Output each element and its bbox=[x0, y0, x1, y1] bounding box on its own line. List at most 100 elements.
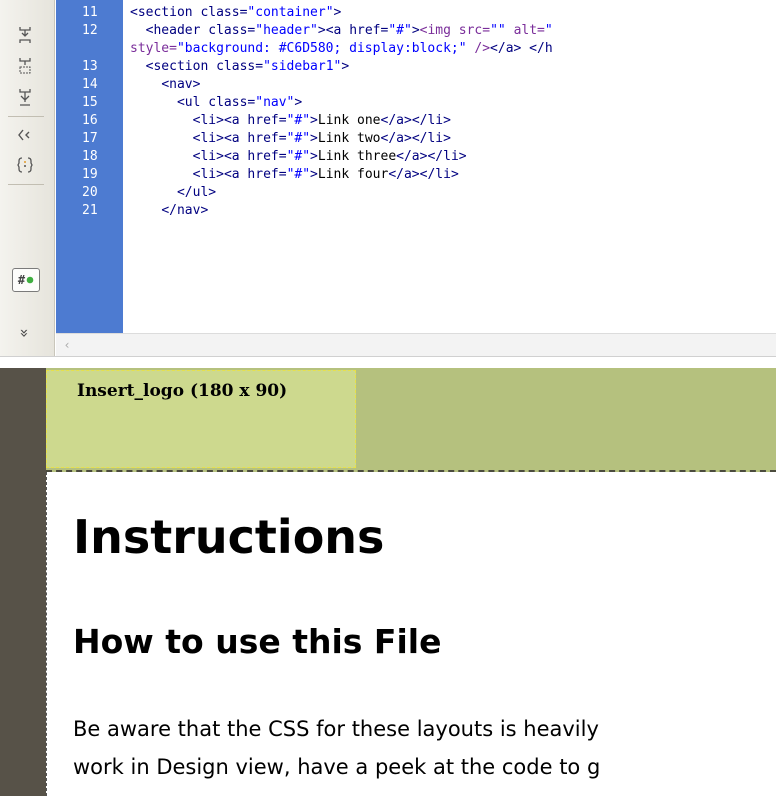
code-token: "#" bbox=[286, 113, 311, 128]
code-line[interactable]: <nav> bbox=[130, 76, 200, 94]
code-token: <a bbox=[325, 23, 350, 38]
chevron-glyph: » bbox=[16, 328, 34, 338]
code-token: > bbox=[310, 113, 318, 128]
select-parent-tag-icon[interactable] bbox=[12, 55, 38, 77]
code-token: </a> bbox=[490, 41, 522, 56]
line-number-gutter[interactable]: 11 12 13 14 15 16 17 18 19 20 21 bbox=[56, 0, 123, 333]
line-number: 13 bbox=[82, 59, 98, 74]
code-token: > bbox=[294, 95, 303, 110]
code-token: "#" bbox=[286, 149, 311, 164]
code-token: </a> bbox=[388, 167, 420, 182]
page-heading[interactable]: Instructions bbox=[73, 510, 384, 564]
code-line[interactable]: <li><a href="#">Link four</a></li> bbox=[130, 166, 459, 184]
code-token: <section bbox=[145, 59, 217, 74]
code-token: </a> bbox=[380, 113, 412, 128]
code-token: "container" bbox=[247, 5, 334, 20]
code-token: > bbox=[310, 167, 318, 182]
line-number: 15 bbox=[82, 95, 98, 110]
line-number: 11 bbox=[82, 5, 98, 20]
code-token: href= bbox=[247, 149, 287, 164]
code-token: Link two bbox=[317, 131, 381, 146]
code-token: <ul bbox=[176, 95, 209, 110]
code-token: </h bbox=[521, 41, 553, 56]
code-token: <img bbox=[419, 23, 459, 38]
code-line[interactable]: <header class="header"><a href="#"><img … bbox=[130, 22, 553, 40]
code-line[interactable]: <ul class="nav"> bbox=[130, 94, 302, 112]
code-token: "sidebar1" bbox=[263, 59, 342, 74]
code-token: <li> bbox=[192, 131, 224, 146]
hash-glyph: # bbox=[17, 273, 26, 287]
code-token: <a bbox=[223, 149, 248, 164]
content-region[interactable]: Instructions How to use this File Be awa… bbox=[46, 472, 776, 796]
code-token: alt= bbox=[505, 23, 545, 38]
code-token: </li> bbox=[419, 167, 459, 182]
code-token: <li> bbox=[192, 113, 224, 128]
code-token: src= bbox=[458, 23, 491, 38]
code-line[interactable]: </nav> bbox=[130, 202, 208, 220]
paragraph-line[interactable]: work in Design view, have a peek at the … bbox=[73, 755, 600, 779]
code-token: <a bbox=[223, 131, 248, 146]
horizontal-scrollbar[interactable]: ‹ bbox=[56, 333, 776, 357]
code-token: > bbox=[310, 149, 318, 164]
code-line[interactable]: <section class="sidebar1"> bbox=[130, 58, 350, 76]
code-token: class= bbox=[208, 95, 256, 110]
code-line[interactable]: </ul> bbox=[130, 184, 216, 202]
code-line[interactable]: <section class="container"> bbox=[130, 4, 341, 22]
logo-placeholder[interactable]: Insert_logo (180 x 90) bbox=[46, 370, 356, 468]
line-number: 19 bbox=[82, 167, 98, 182]
code-token: class= bbox=[208, 23, 256, 38]
collapse-selection-icon[interactable] bbox=[12, 86, 38, 108]
line-number: 12 bbox=[82, 23, 98, 38]
code-token: style= bbox=[130, 41, 177, 56]
code-token: > bbox=[341, 59, 350, 74]
more-tools-chevron-icon[interactable]: » bbox=[12, 322, 38, 344]
code-token: </a> bbox=[380, 131, 412, 146]
code-line[interactable]: <li><a href="#">Link one</a></li> bbox=[130, 112, 451, 130]
code-token: class= bbox=[216, 59, 264, 74]
page-left-margin bbox=[0, 368, 46, 796]
code-token: "header" bbox=[255, 23, 318, 38]
code-token: <nav> bbox=[161, 77, 201, 92]
code-editor[interactable]: <section class="container"> <header clas… bbox=[130, 0, 776, 333]
scroll-left-arrow-icon[interactable]: ‹ bbox=[60, 338, 74, 352]
code-token: "#" bbox=[286, 167, 311, 182]
code-token: "#" bbox=[286, 131, 311, 146]
code-token: > bbox=[411, 23, 420, 38]
code-token: <li> bbox=[192, 149, 224, 164]
logo-placeholder-label: Insert_logo (180 x 90) bbox=[77, 381, 288, 401]
code-line[interactable]: style="background: #C6D580; display:bloc… bbox=[130, 40, 553, 58]
code-line[interactable]: <li><a href="#">Link three</a></li> bbox=[130, 148, 467, 166]
code-token: href= bbox=[247, 113, 287, 128]
code-token: /> bbox=[466, 41, 491, 56]
code-token: </li> bbox=[427, 149, 467, 164]
code-token: <a bbox=[223, 113, 248, 128]
line-number: 17 bbox=[82, 131, 98, 146]
code-token: "#" bbox=[388, 23, 412, 38]
code-view-pane[interactable]: # » 11 12 13 14 15 16 17 18 19 20 21 <section clas… bbox=[0, 0, 776, 368]
code-token: "background: #C6D580; display:block;" bbox=[176, 41, 467, 56]
expand-all-icon[interactable] bbox=[12, 24, 38, 46]
code-token: </ul> bbox=[176, 185, 217, 200]
code-token: </li> bbox=[411, 113, 451, 128]
code-token: href= bbox=[349, 23, 389, 38]
apply-comment-icon[interactable] bbox=[12, 154, 38, 176]
coding-toolbar: # » bbox=[0, 0, 55, 356]
code-token: <li> bbox=[192, 167, 224, 182]
code-token: </nav> bbox=[161, 203, 209, 218]
section-heading[interactable]: How to use this File bbox=[73, 622, 441, 661]
live-code-hash-icon[interactable]: # bbox=[12, 268, 40, 292]
code-token: Link three bbox=[317, 149, 397, 164]
highlight-invalid-code-icon[interactable] bbox=[12, 124, 38, 146]
code-token: <header bbox=[145, 23, 209, 38]
code-token: class= bbox=[200, 5, 248, 20]
scrollbar-track[interactable] bbox=[78, 336, 776, 354]
design-view-pane[interactable]: Insert_logo (180 x 90) Instructions How … bbox=[0, 368, 776, 796]
code-token: > bbox=[310, 131, 318, 146]
code-token: " bbox=[544, 23, 553, 38]
paragraph-line[interactable]: Be aware that the CSS for these layouts … bbox=[73, 717, 599, 741]
code-line[interactable]: <li><a href="#">Link two</a></li> bbox=[130, 130, 451, 148]
code-token: Link four bbox=[317, 167, 389, 182]
code-token: </li> bbox=[411, 131, 451, 146]
code-token: > bbox=[317, 23, 326, 38]
header-region[interactable]: Insert_logo (180 x 90) bbox=[46, 368, 776, 472]
